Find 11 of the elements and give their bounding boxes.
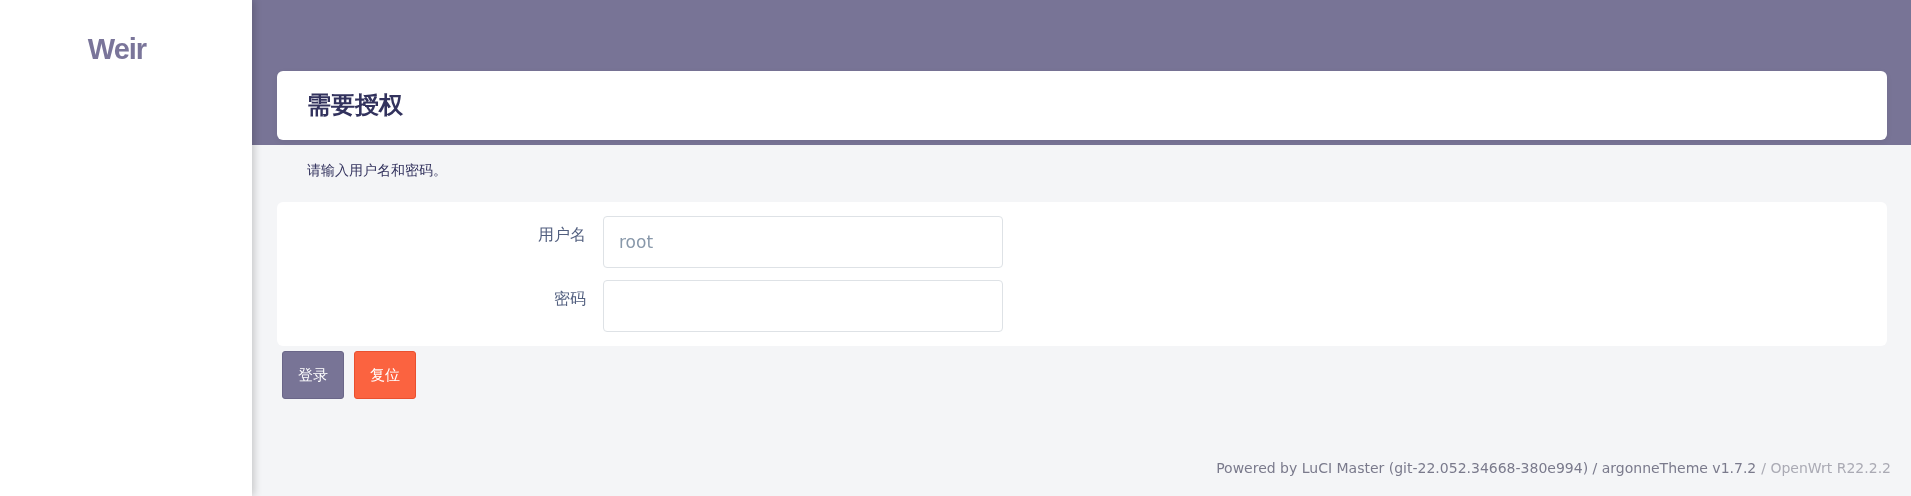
page-title: 需要授权: [307, 91, 403, 120]
reset-button[interactable]: 复位: [354, 351, 416, 399]
field-label: 用户名: [537, 224, 587, 246]
version-text: / OpenWrt R22.2.2: [1761, 459, 1891, 478]
description: 请输入用户名和密码。: [306, 161, 448, 180]
input-field[interactable]: [603, 280, 1003, 332]
input-field[interactable]: root: [603, 216, 1003, 268]
field-label: 密码: [553, 288, 587, 310]
login-button[interactable]: 登录: [282, 351, 344, 399]
footer-text: Powered by LuCI Master (git-22.052.34668-380e994) / argonneTheme v1.7.2: [1216, 459, 1757, 478]
logo: Weir: [86, 32, 148, 67]
